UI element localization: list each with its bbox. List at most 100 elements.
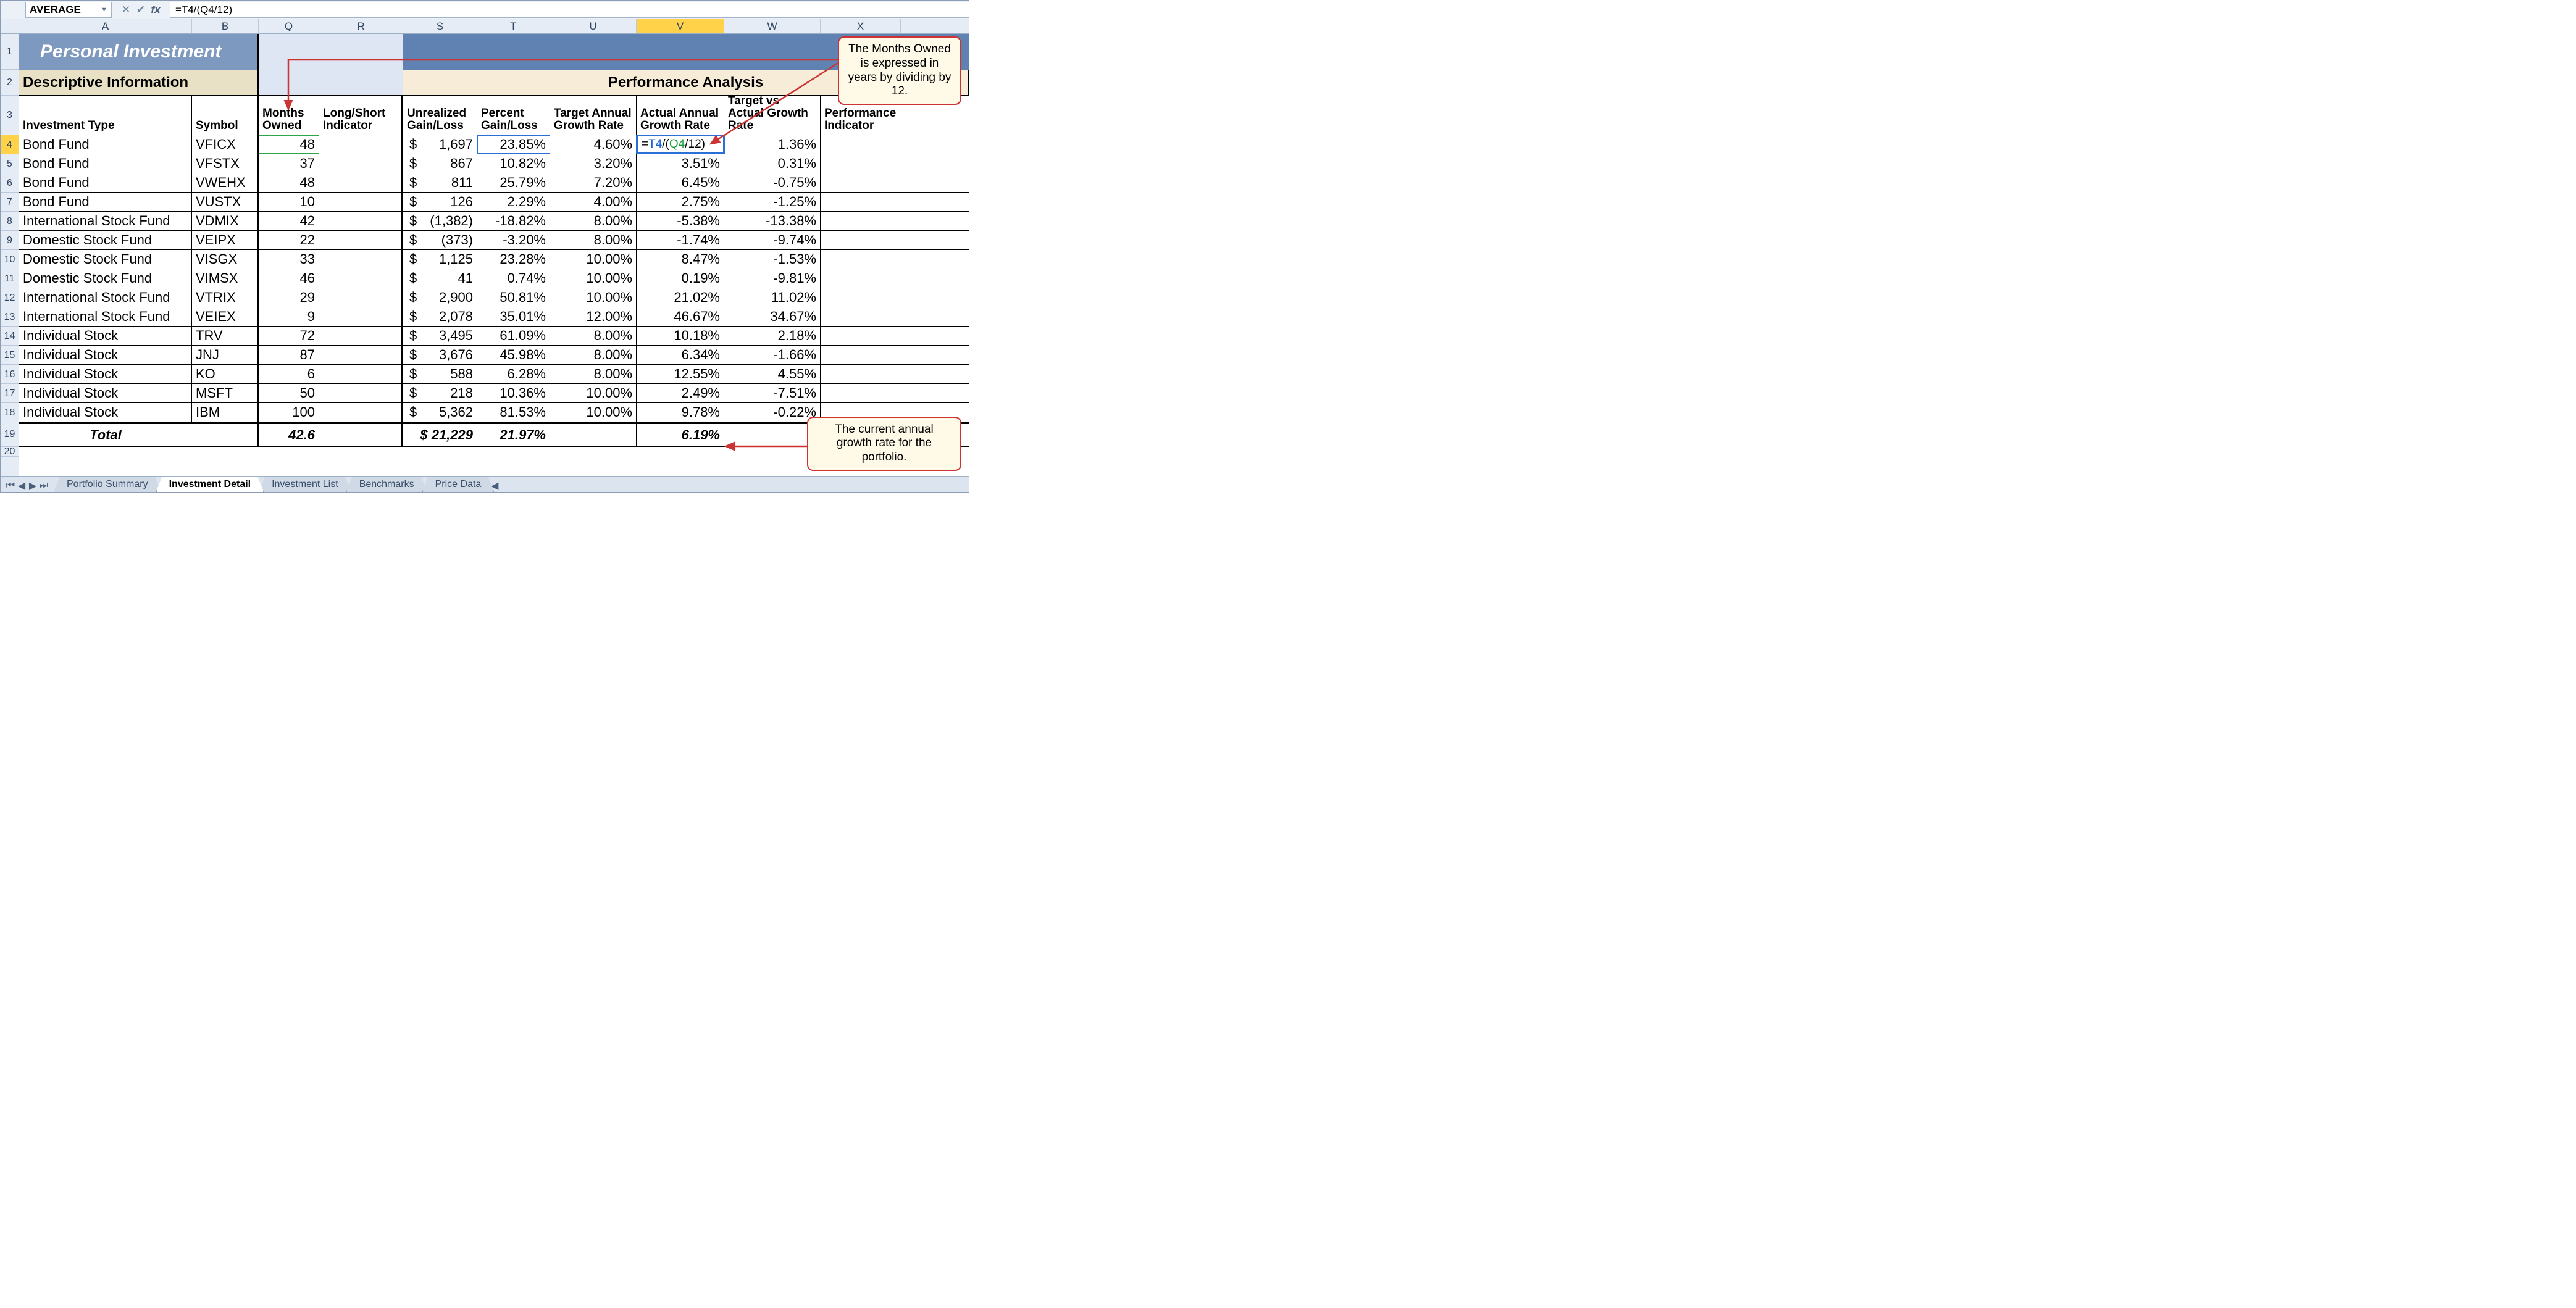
cell-long-short[interactable]	[319, 135, 403, 154]
cell-target-rate[interactable]: 10.00%	[550, 403, 637, 422]
cell-target-rate[interactable]: 10.00%	[550, 250, 637, 269]
cell-investment-type[interactable]: Domestic Stock Fund	[19, 269, 192, 288]
cell-actual-rate[interactable]: 2.75%	[637, 193, 724, 211]
cell-months-owned[interactable]: 50	[259, 384, 319, 402]
cell-months-owned[interactable]: 72	[259, 327, 319, 345]
tab-investment-detail[interactable]: Investment Detail	[156, 477, 264, 492]
cell-actual-rate[interactable]: 10.18%	[637, 327, 724, 345]
cell-perf-indicator[interactable]	[821, 384, 901, 402]
cell-unrealized[interactable]: $41	[403, 269, 477, 288]
cell-investment-type[interactable]: International Stock Fund	[19, 288, 192, 307]
cell-target-vs-actual[interactable]: -9.81%	[724, 269, 821, 288]
col-header-W[interactable]: W	[724, 19, 821, 33]
cell-target-rate[interactable]: 7.20%	[550, 173, 637, 192]
cell-target-rate[interactable]: 8.00%	[550, 327, 637, 345]
cell-symbol[interactable]: VEIPX	[192, 231, 259, 249]
cell-percent-gl[interactable]: 10.82%	[477, 154, 550, 173]
cell-percent-gl[interactable]: 81.53%	[477, 403, 550, 422]
cell-symbol[interactable]: VISGX	[192, 250, 259, 269]
cell-unrealized[interactable]: $5,362	[403, 403, 477, 422]
cell-unrealized[interactable]: $3,676	[403, 346, 477, 364]
tab-price-data[interactable]: Price Data	[422, 477, 495, 492]
cell-target-rate[interactable]: 10.00%	[550, 288, 637, 307]
cell-target-rate[interactable]: 10.00%	[550, 269, 637, 288]
cell-symbol[interactable]: VUSTX	[192, 193, 259, 211]
cell-target-vs-actual[interactable]: 34.67%	[724, 307, 821, 326]
cell-months-owned[interactable]: 46	[259, 269, 319, 288]
active-cell-v4[interactable]: =T4/(Q4/12)	[637, 135, 724, 154]
cell-perf-indicator[interactable]	[821, 365, 901, 383]
cell-target-rate[interactable]: 8.00%	[550, 346, 637, 364]
cell-actual-rate[interactable]: 21.02%	[637, 288, 724, 307]
cell-investment-type[interactable]: Bond Fund	[19, 173, 192, 192]
cell-perf-indicator[interactable]	[821, 212, 901, 230]
cell-percent-gl[interactable]: -18.82%	[477, 212, 550, 230]
cell-investment-type[interactable]: International Stock Fund	[19, 212, 192, 230]
cell-months-owned[interactable]: 37	[259, 154, 319, 173]
col-header-U[interactable]: U	[550, 19, 637, 33]
cell-long-short[interactable]	[319, 250, 403, 269]
cell-actual-rate[interactable]: 3.51%	[637, 154, 724, 173]
tab-nav-prev-icon[interactable]: ◀	[17, 480, 27, 492]
cell-perf-indicator[interactable]	[821, 135, 901, 154]
row-header[interactable]: 17	[1, 384, 19, 403]
cell[interactable]	[724, 424, 821, 446]
row-header[interactable]: 16	[1, 365, 19, 384]
col-header-R[interactable]: R	[319, 19, 403, 33]
cell-long-short[interactable]	[319, 173, 403, 192]
cell-perf-indicator[interactable]	[821, 193, 901, 211]
cell-target-rate[interactable]: 8.00%	[550, 365, 637, 383]
cell-unrealized[interactable]: $2,900	[403, 288, 477, 307]
cell-investment-type[interactable]: Bond Fund	[19, 154, 192, 173]
cell-investment-type[interactable]: Individual Stock	[19, 327, 192, 345]
cell-percent-gl[interactable]: 45.98%	[477, 346, 550, 364]
col-header-T[interactable]: T	[477, 19, 550, 33]
cell-perf-indicator[interactable]	[821, 307, 901, 326]
cell-months-owned[interactable]: 48	[259, 135, 319, 154]
cell-investment-type[interactable]: Bond Fund	[19, 193, 192, 211]
cell-months-owned[interactable]: 9	[259, 307, 319, 326]
row-header[interactable]: 15	[1, 346, 19, 365]
formula-input[interactable]: =T4/(Q4/12)	[170, 2, 969, 18]
cell-investment-type[interactable]: Domestic Stock Fund	[19, 250, 192, 269]
cell-unrealized[interactable]: $1,697	[403, 135, 477, 154]
cell-target-vs-actual[interactable]: -1.25%	[724, 193, 821, 211]
cell-investment-type[interactable]: Individual Stock	[19, 346, 192, 364]
cell[interactable]	[319, 424, 403, 446]
cell-months-owned[interactable]: 29	[259, 288, 319, 307]
cell-long-short[interactable]	[319, 193, 403, 211]
cell-perf-indicator[interactable]	[821, 173, 901, 192]
row-header[interactable]: 18	[1, 403, 19, 422]
row-header[interactable]: 19	[1, 422, 19, 447]
col-header-Q[interactable]: Q	[259, 19, 319, 33]
col-header-B[interactable]: B	[192, 19, 259, 33]
cell-target-vs-actual[interactable]: 0.31%	[724, 154, 821, 173]
cell-symbol[interactable]: KO	[192, 365, 259, 383]
cell-perf-indicator[interactable]	[821, 288, 901, 307]
cell-percent-gl[interactable]: 2.29%	[477, 193, 550, 211]
cell-months-owned[interactable]: 48	[259, 173, 319, 192]
cell-symbol[interactable]: TRV	[192, 327, 259, 345]
select-all-corner[interactable]	[1, 19, 19, 33]
cell-target-vs-actual[interactable]: -7.51%	[724, 384, 821, 402]
row-header[interactable]: 2	[1, 70, 19, 96]
cell-actual-rate[interactable]: 6.45%	[637, 173, 724, 192]
cell-actual-rate[interactable]: -5.38%	[637, 212, 724, 230]
col-header-A[interactable]: A	[19, 19, 192, 33]
row-header[interactable]: 13	[1, 307, 19, 327]
cell-investment-type[interactable]: Individual Stock	[19, 365, 192, 383]
row-header[interactable]: 6	[1, 173, 19, 193]
cell-target-rate[interactable]: 4.00%	[550, 193, 637, 211]
cell-target-vs-actual[interactable]: 1.36%	[724, 135, 821, 154]
cell-unrealized[interactable]: $588	[403, 365, 477, 383]
cell-unrealized[interactable]: $1,125	[403, 250, 477, 269]
tab-investment-list[interactable]: Investment List	[259, 477, 351, 492]
cell[interactable]	[192, 424, 259, 446]
cancel-icon[interactable]: ✕	[120, 4, 132, 16]
cell-long-short[interactable]	[319, 365, 403, 383]
cell-investment-type[interactable]: International Stock Fund	[19, 307, 192, 326]
cell-months-owned[interactable]: 6	[259, 365, 319, 383]
cell-percent-gl[interactable]: 0.74%	[477, 269, 550, 288]
cell-symbol[interactable]: JNJ	[192, 346, 259, 364]
cell-long-short[interactable]	[319, 154, 403, 173]
